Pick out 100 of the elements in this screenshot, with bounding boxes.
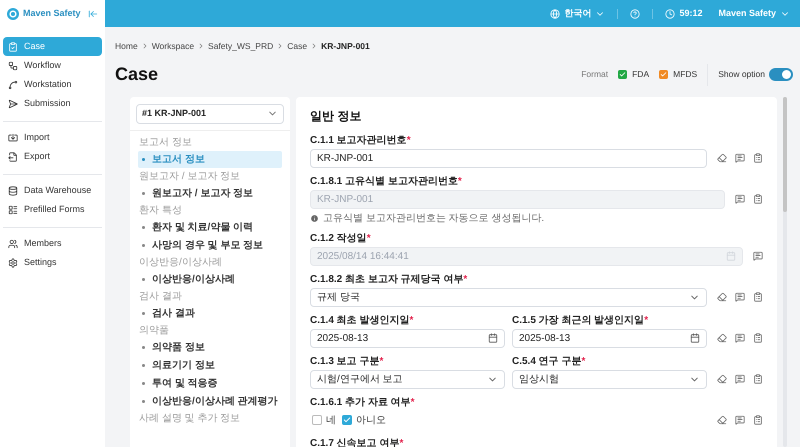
- info-icon: [310, 214, 319, 224]
- date-field[interactable]: 2025-08-13: [512, 328, 707, 348]
- comment-icon[interactable]: [735, 333, 745, 344]
- checkbox-label: 네: [326, 414, 336, 428]
- field-label: C.5.4 연구 구분*: [512, 354, 586, 368]
- import-icon: [8, 132, 18, 142]
- breadcrumb-link[interactable]: Safety_WS_PRD: [208, 40, 274, 53]
- case-select[interactable]: #1 KR-JNP-001: [136, 104, 284, 124]
- section-title: 환자 특성: [138, 204, 183, 218]
- section-nav-item[interactable]: 의료기기 정보: [138, 356, 282, 374]
- bullet-icon: [142, 400, 145, 403]
- sidebar-item[interactable]: Members: [3, 234, 102, 253]
- clipboard-icon[interactable]: [753, 333, 763, 344]
- bullet-icon: [142, 158, 145, 161]
- clock-icon: [665, 8, 676, 18]
- bullet-icon: [142, 364, 145, 367]
- section-nav-item[interactable]: 이상반응/이상사례 관계평가: [138, 392, 282, 410]
- comment-icon[interactable]: [735, 415, 745, 426]
- bullet-icon: [142, 226, 145, 229]
- eraser-icon[interactable]: [717, 333, 727, 344]
- eraser-icon[interactable]: [717, 292, 727, 302]
- select-field[interactable]: 임상시험: [512, 370, 707, 389]
- section-title: 이상반응/이상사례: [138, 256, 223, 270]
- eraser-icon[interactable]: [717, 374, 727, 384]
- breadcrumb-link[interactable]: Case: [287, 40, 308, 53]
- format-label: Format: [581, 68, 608, 82]
- comment-icon[interactable]: [753, 251, 763, 262]
- curve-icon: [8, 80, 18, 90]
- clipboard-icon: [8, 42, 18, 52]
- page-title: Case: [115, 63, 158, 86]
- clipboard-icon[interactable]: [753, 415, 763, 426]
- section-nav-item[interactable]: 환자 및 치료/약물 이력: [138, 218, 282, 236]
- hint-text: 고유식별 보고자관리번호는 자동으로 생성됩니다.: [323, 212, 544, 225]
- sidebar-item[interactable]: Prefilled Forms: [3, 200, 102, 219]
- field-label: C.1.4 최초 발생인지일*: [310, 314, 414, 327]
- comment-icon[interactable]: [735, 194, 745, 204]
- field-label: C.1.3 보고 구분*: [310, 354, 384, 368]
- toggle-label: Show option: [718, 68, 765, 82]
- sidebar-item[interactable]: Workflow: [3, 56, 102, 75]
- send-icon: [8, 98, 18, 108]
- field-label: C.1.5 가장 최근의 발생인지일*: [512, 314, 650, 327]
- field-label: C.1.1 보고자관리번호*: [310, 134, 412, 147]
- bullet-icon: [142, 346, 145, 349]
- section-title: 의약품: [138, 324, 170, 338]
- select-field[interactable]: 시험/연구에서 보고: [310, 370, 505, 389]
- section-title: 사례 설명 및 추가 정보: [138, 412, 242, 426]
- breadcrumb-link[interactable]: KR-JNP-001: [321, 40, 370, 53]
- clipboard-icon[interactable]: [753, 374, 763, 384]
- calendar-icon: [690, 333, 700, 344]
- select-field[interactable]: 규제 당국: [310, 288, 707, 307]
- input-field[interactable]: KR-JNP-001: [310, 148, 707, 168]
- sidebar-item[interactable]: Submission: [3, 94, 102, 113]
- collapse-icon[interactable]: [88, 8, 98, 18]
- breadcrumb-link[interactable]: Home: [115, 40, 138, 53]
- section-nav-item[interactable]: 이상반응/이상사례: [138, 270, 282, 288]
- section-title: 원보고자 / 보고자 정보: [138, 170, 242, 184]
- checkbox-label: FDA: [632, 68, 650, 82]
- sidebar-item[interactable]: Workstation: [3, 75, 102, 94]
- section-nav-item[interactable]: 검사 결과: [138, 304, 282, 322]
- comment-icon[interactable]: [735, 292, 745, 302]
- flow-icon: [8, 60, 18, 70]
- eraser-icon[interactable]: [717, 415, 727, 426]
- toggle-switch[interactable]: [769, 68, 793, 82]
- sidebar-item[interactable]: Settings: [3, 253, 102, 272]
- breadcrumb-link[interactable]: Workspace: [152, 40, 194, 53]
- comment-icon[interactable]: [735, 374, 745, 384]
- checkbox[interactable]: [312, 415, 322, 426]
- checkbox[interactable]: [618, 70, 628, 80]
- section-title: 보고서 정보: [138, 136, 193, 150]
- help-icon[interactable]: [630, 8, 640, 18]
- field-label: C.1.6.1 추가 자료 여부*: [310, 396, 416, 409]
- sidebar-item[interactable]: Data Warehouse: [3, 181, 102, 200]
- section-nav-item[interactable]: 투여 및 적응증: [138, 374, 282, 392]
- section-nav-item[interactable]: 원보고자 / 보고자 정보: [138, 184, 282, 202]
- bullet-icon: [142, 192, 145, 195]
- clipboard-icon[interactable]: [753, 292, 763, 302]
- comment-icon[interactable]: [735, 153, 745, 164]
- session-timer: 59:12: [679, 6, 702, 20]
- sidebar-item[interactable]: Export: [3, 147, 102, 166]
- section-nav-item[interactable]: 사망의 경우 및 부모 정보: [138, 236, 282, 254]
- date-field[interactable]: 2025-08-13: [310, 328, 505, 348]
- checkbox[interactable]: [659, 70, 668, 80]
- database-icon: [8, 186, 18, 196]
- calendar-icon: [488, 333, 498, 344]
- checkbox-label: 아니오: [356, 414, 386, 428]
- field-label: C.1.2 작성일*: [310, 232, 372, 245]
- brand-name: Maven Safety: [23, 6, 81, 20]
- section-nav-item[interactable]: 의약품 정보: [138, 338, 282, 356]
- clipboard-icon[interactable]: [753, 153, 763, 164]
- eraser-icon[interactable]: [717, 153, 727, 164]
- globe-icon: [550, 8, 560, 18]
- bullet-icon: [142, 278, 145, 281]
- clipboard-icon[interactable]: [753, 194, 763, 204]
- field-label: C.1.8.1 고유식별 보고자관리번호*: [310, 174, 463, 188]
- scrollbar[interactable]: [783, 96, 787, 447]
- sidebar-item[interactable]: Import: [3, 128, 102, 147]
- checkbox[interactable]: [342, 415, 352, 426]
- settings-icon: [8, 258, 18, 268]
- field-label: C.1.8.2 최초 보고자 규제당국 여부*: [310, 272, 468, 286]
- bullet-icon: [142, 382, 145, 385]
